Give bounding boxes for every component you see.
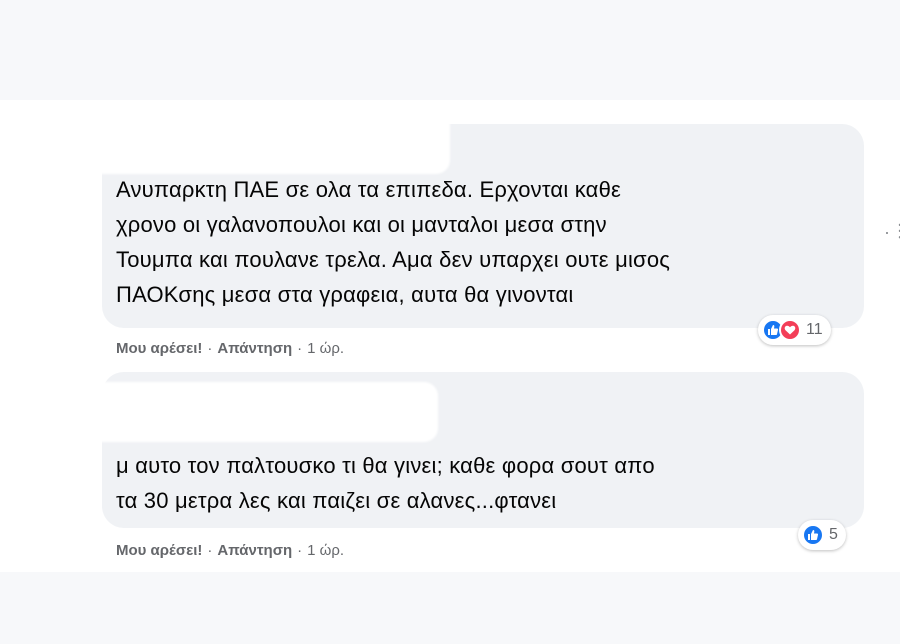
reaction-count: 5 — [829, 526, 838, 543]
page-background-bottom — [0, 572, 900, 644]
like-link[interactable]: Μου αρέσει! — [116, 542, 202, 559]
page-background-top — [0, 0, 900, 100]
love-icon — [779, 319, 801, 341]
reply-link[interactable]: Απάντηση — [217, 340, 292, 357]
reaction-count: 11 — [806, 321, 823, 338]
separator: · — [297, 542, 303, 559]
redacted-author-name — [18, 382, 438, 442]
reply-link[interactable]: Απάντηση — [217, 542, 292, 559]
reaction-summary[interactable]: 5 — [798, 520, 846, 550]
separator: · — [297, 340, 303, 357]
timestamp[interactable]: 1 ώρ. — [307, 542, 344, 559]
separator: · — [207, 542, 213, 559]
more-options-icon[interactable]: ·︙ — [884, 218, 900, 244]
timestamp[interactable]: 1 ώρ. — [307, 340, 344, 357]
comment-text: Ανυπαρκτη ΠΑΕ σε ολα τα επιπεδα. Ερχοντα… — [116, 177, 671, 307]
comment-actions: Μου αρέσει! · Απάντηση · 1 ώρ. — [116, 542, 344, 559]
separator: · — [207, 340, 213, 357]
reaction-summary[interactable]: 11 — [758, 315, 831, 345]
comment-text: μ αυτο τον παλτουσκο τι θα γινει; καθε φ… — [116, 453, 655, 513]
redacted-author-name — [20, 108, 450, 174]
like-icon — [802, 524, 824, 546]
like-link[interactable]: Μου αρέσει! — [116, 340, 202, 357]
comment-actions: Μου αρέσει! · Απάντηση · 1 ώρ. — [116, 340, 344, 357]
